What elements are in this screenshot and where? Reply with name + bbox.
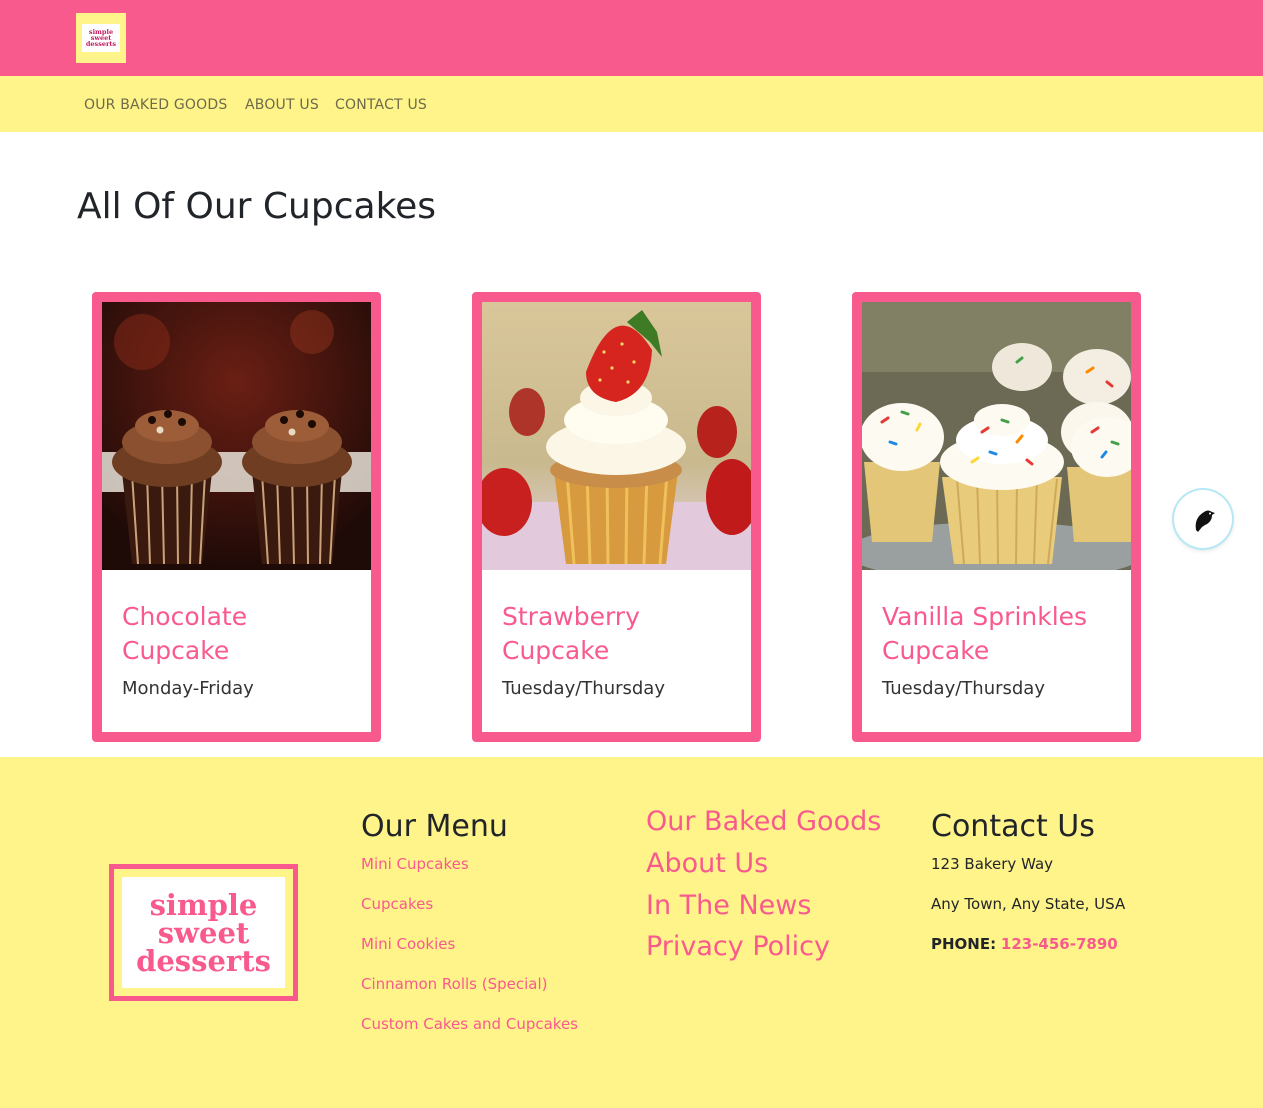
vanilla-sprinkles-cupcakes-photo	[862, 302, 1131, 570]
chocolate-cupcakes-photo	[102, 302, 371, 570]
top-header: simple sweet desserts	[0, 0, 1263, 76]
menu-link-cinnamon-rolls[interactable]: Cinnamon Rolls (Special)	[361, 975, 548, 993]
logo-line: sweet	[157, 915, 250, 950]
card-title-line: Cupcake	[882, 636, 990, 665]
product-card-vanilla-sprinkles[interactable]: Vanilla Sprinkles Cupcake Tuesday/Thursd…	[852, 292, 1141, 742]
main-nav: OUR BAKED GOODS ABOUT US CONTACT US	[0, 76, 1263, 132]
page-title: All Of Our Cupcakes	[77, 186, 437, 227]
floating-bird-button[interactable]	[1174, 490, 1232, 548]
header-logo-text: simple sweet desserts	[82, 24, 120, 52]
contact-phone: PHONE: 123-456-7890	[931, 935, 1118, 953]
card-title-line: Cupcake	[122, 636, 230, 665]
footer-link-privacy-policy[interactable]: Privacy Policy	[646, 931, 830, 962]
contact-heading: Contact Us	[931, 809, 1095, 844]
footer-logo-text: simple sweet desserts	[122, 877, 285, 988]
nav-item-about-us[interactable]: ABOUT US	[245, 97, 319, 113]
header-logo[interactable]: simple sweet desserts	[76, 13, 126, 63]
footer-logo[interactable]: simple sweet desserts	[109, 864, 298, 1001]
logo-line: desserts	[85, 40, 117, 48]
contact-address-line2: Any Town, Any State, USA	[931, 895, 1126, 913]
contact-address-line1: 123 Bakery Way	[931, 855, 1054, 873]
phone-label: PHONE:	[931, 935, 997, 953]
strawberry-cupcake-photo	[482, 302, 751, 570]
card-availability: Tuesday/Thursday	[882, 678, 1045, 699]
nav-item-contact-us[interactable]: CONTACT US	[335, 97, 427, 113]
card-title-line: Strawberry	[502, 602, 640, 631]
bird-icon	[1195, 510, 1215, 532]
logo-line: desserts	[136, 943, 271, 978]
phone-link[interactable]: 123-456-7890	[1001, 935, 1118, 953]
card-title-line: Chocolate	[122, 602, 248, 631]
product-card-chocolate[interactable]: Chocolate Cupcake Monday-Friday	[92, 292, 381, 742]
nav-item-our-baked-goods[interactable]: OUR BAKED GOODS	[84, 97, 227, 113]
product-card-strawberry[interactable]: Strawberry Cupcake Tuesday/Thursday	[472, 292, 761, 742]
card-title-line: Vanilla Sprinkles	[882, 602, 1088, 631]
logo-line: simple	[149, 887, 258, 922]
menu-link-mini-cupcakes[interactable]: Mini Cupcakes	[361, 855, 469, 873]
card-title[interactable]: Strawberry Cupcake	[502, 600, 742, 668]
card-title[interactable]: Vanilla Sprinkles Cupcake	[882, 600, 1122, 668]
menu-link-mini-cookies[interactable]: Mini Cookies	[361, 935, 455, 953]
menu-link-cupcakes[interactable]: Cupcakes	[361, 895, 433, 913]
card-title[interactable]: Chocolate Cupcake	[122, 600, 362, 668]
menu-link-custom-cakes[interactable]: Custom Cakes and Cupcakes	[361, 1015, 578, 1033]
menu-heading: Our Menu	[361, 809, 508, 844]
footer: simple sweet desserts Our Menu Mini Cupc…	[0, 757, 1263, 1108]
card-title-line: Cupcake	[502, 636, 610, 665]
footer-link-our-baked-goods[interactable]: Our Baked Goods	[646, 806, 881, 837]
footer-link-in-the-news[interactable]: In The News	[646, 890, 811, 921]
card-availability: Tuesday/Thursday	[502, 678, 665, 699]
footer-link-about-us[interactable]: About Us	[646, 848, 768, 879]
card-availability: Monday-Friday	[122, 678, 254, 699]
